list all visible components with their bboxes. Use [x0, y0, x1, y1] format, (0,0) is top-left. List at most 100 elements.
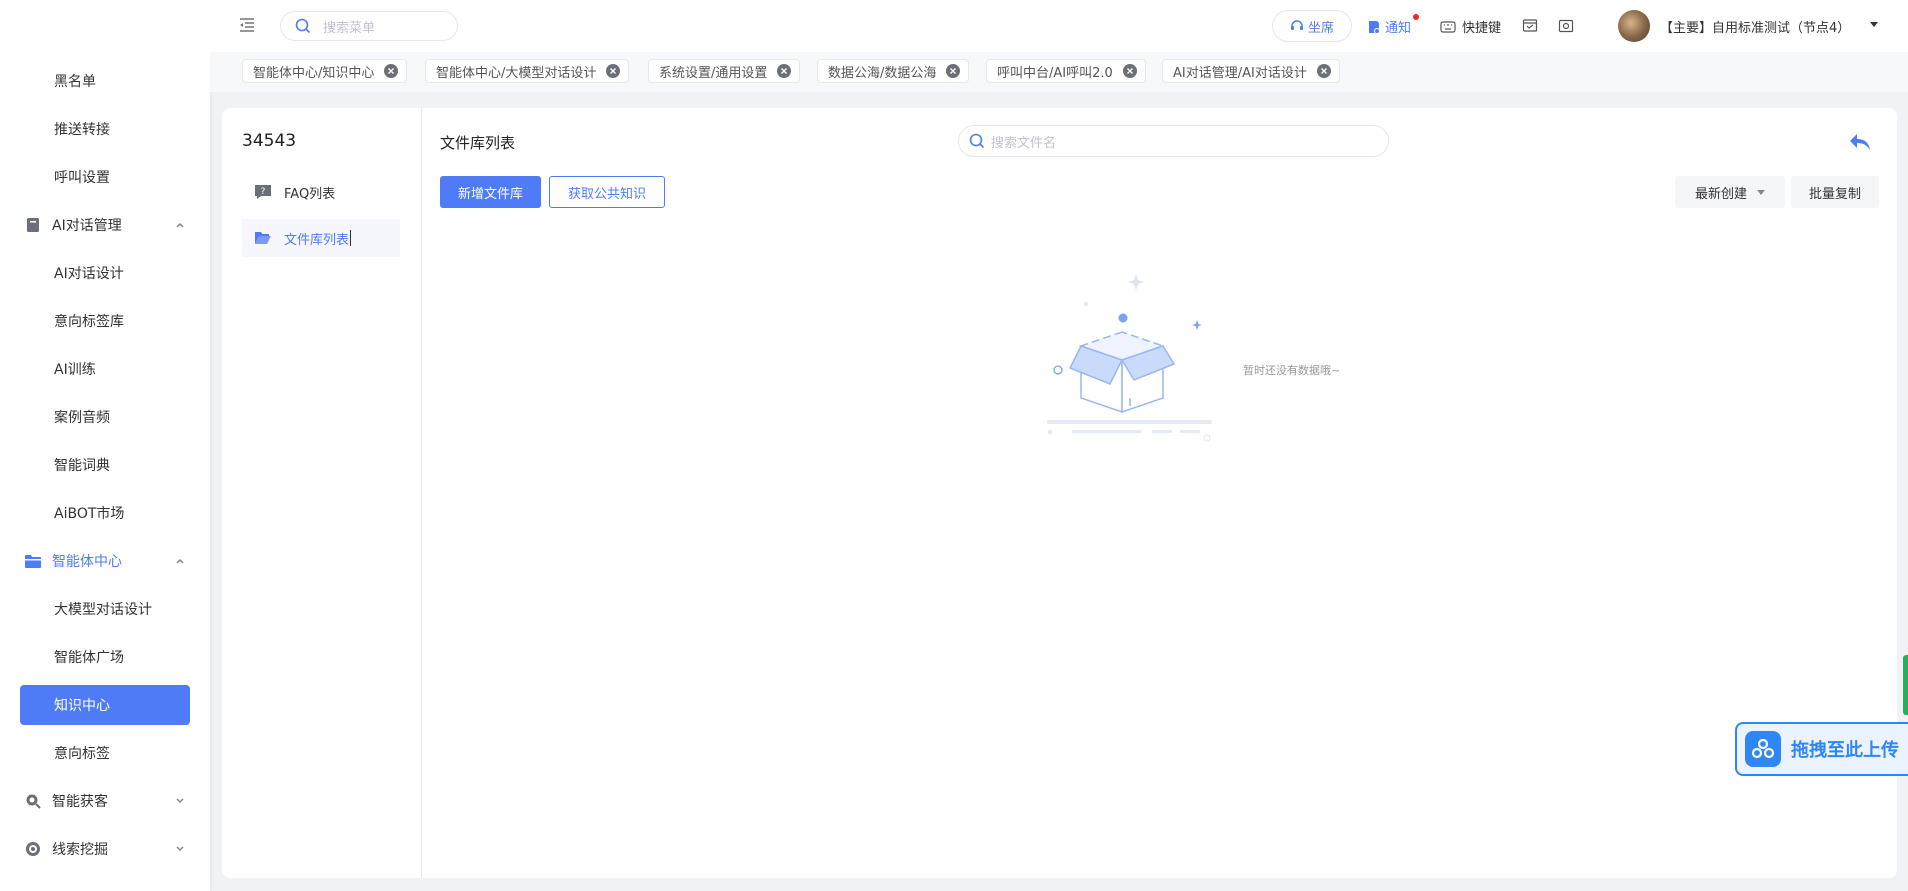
edge-handle[interactable] — [1903, 655, 1908, 715]
sidebar-item-label: AI对话设计 — [54, 266, 124, 282]
notice-dot — [1413, 14, 1419, 20]
sidebar-group-label: AI对话管理 — [52, 218, 122, 234]
sidebar-item-intent-tag-library[interactable]: 意向标签库 — [20, 301, 190, 341]
seat-label: 坐席 — [1307, 20, 1334, 36]
sidebar-item-knowledge-center[interactable]: 知识中心 — [20, 685, 190, 725]
tab-llm-dialog-design[interactable]: 智能体中心/大模型对话设计 — [425, 59, 630, 83]
avatar[interactable] — [1618, 10, 1650, 42]
shortcut-label: 快捷键 — [1462, 21, 1502, 36]
sidebar-item-push-transfer[interactable]: 推送转接 — [20, 109, 190, 149]
nav-label: FAQ列表 — [284, 186, 336, 202]
drag-upload-widget[interactable]: 拖拽至此上传 — [1735, 722, 1908, 776]
sidebar-item-call-settings[interactable]: 呼叫设置 — [20, 157, 190, 197]
sidebar-item-label: AI训练 — [54, 362, 96, 378]
text-cursor — [350, 230, 352, 246]
sidebar-group-label: 智能获客 — [52, 794, 108, 810]
sidebar-item-label: 意向标签库 — [54, 314, 124, 330]
batch-copy-button[interactable]: 批量复制 — [1791, 176, 1879, 208]
sidebar-item-label: 大模型对话设计 — [54, 602, 152, 618]
sidebar-item-aibot-market[interactable]: AiBOT市场 — [20, 493, 190, 533]
tab-knowledge-center[interactable]: 智能体中心/知识中心 — [242, 59, 408, 83]
sidebar-item-label: AiBOT市场 — [54, 506, 125, 522]
close-icon[interactable] — [1316, 64, 1331, 78]
search-placeholder: 搜索文件名 — [991, 135, 1057, 151]
tabs-bar: 智能体中心/知识中心 智能体中心/大模型对话设计 系统设置/通用设置 数据公海/… — [210, 52, 1908, 92]
menu-fold-icon[interactable] — [238, 16, 256, 34]
empty-text: 暂时还没有数据哦~ — [1243, 364, 1341, 377]
knowledge-base-name: 34543 — [242, 131, 297, 151]
user-dropdown-caret-icon[interactable] — [1870, 22, 1878, 27]
chevron-down-icon — [176, 846, 184, 852]
tab-label: 智能体中心/大模型对话设计 — [436, 65, 597, 81]
tab-label: 数据公海/数据公海 — [828, 65, 937, 81]
tab-general-settings[interactable]: 系统设置/通用设置 — [648, 59, 801, 83]
fetch-public-knowledge-button[interactable]: 获取公共知识 — [549, 176, 665, 208]
cloud-upload-icon — [1745, 731, 1781, 767]
sidebar-item-smart-dictionary[interactable]: 智能词典 — [20, 445, 190, 485]
sidebar-group-agent-center[interactable]: 智能体中心 — [20, 541, 190, 581]
search-placeholder: 搜索菜单 — [323, 20, 376, 36]
top-bar: 搜索菜单 坐席 通知 快捷键 【主要】自用标准测试（节点4） — [210, 0, 1908, 52]
faq-icon: ? — [255, 185, 271, 199]
sort-select[interactable]: 最新创建 — [1675, 176, 1785, 208]
notice-label: 通知 — [1385, 21, 1412, 36]
close-icon[interactable] — [606, 64, 621, 78]
main-panel: 34543 ? FAQ列表 文件库列表 文件库列表 搜索文件名 新增文件库 获取… — [222, 108, 1897, 878]
svg-text:?: ? — [261, 187, 266, 197]
nav-label: 文件库列表 — [284, 232, 350, 248]
nav-file-library-list[interactable]: 文件库列表 — [242, 219, 400, 257]
caret-down-icon — [1757, 189, 1765, 195]
sidebar-item-blacklist[interactable]: 黑名单 — [20, 61, 190, 101]
back-arrow-icon[interactable] — [1848, 132, 1872, 152]
close-icon[interactable] — [777, 64, 792, 78]
sidebar-item-label: 案例音频 — [54, 410, 110, 426]
chevron-up-icon — [176, 222, 184, 228]
seat-button[interactable]: 坐席 — [1272, 10, 1352, 42]
sidebar-item-label: 推送转接 — [54, 122, 110, 138]
chevron-up-icon — [176, 558, 184, 564]
folder-open-icon — [255, 232, 271, 244]
nav-faq-list[interactable]: ? FAQ列表 — [242, 173, 400, 211]
magnifier-icon — [24, 792, 42, 810]
notice-icon — [1369, 20, 1380, 34]
sidebar-group-label: 智能体中心 — [52, 554, 122, 570]
monitor-icon[interactable] — [1522, 18, 1538, 34]
sidebar-item-label: 智能体广场 — [54, 650, 124, 666]
sidebar-item-label: 呼叫设置 — [54, 170, 110, 186]
sidebar-item-llm-dialog-design[interactable]: 大模型对话设计 — [20, 589, 190, 629]
sidebar-item-agent-square[interactable]: 智能体广场 — [20, 637, 190, 677]
knowledge-nav: 34543 ? FAQ列表 文件库列表 — [222, 108, 422, 878]
drag-upload-label: 拖拽至此上传 — [1791, 740, 1899, 761]
notice-button[interactable]: 通知 — [1367, 14, 1419, 36]
sidebar-group-label: 线索挖掘 — [52, 842, 108, 858]
sidebar-item-ai-dialog-design[interactable]: AI对话设计 — [20, 253, 190, 293]
sidebar-item-label: 知识中心 — [54, 698, 110, 714]
sidebar-item-intent-tags[interactable]: 意向标签 — [20, 733, 190, 773]
close-icon[interactable] — [1122, 64, 1137, 78]
tab-data-sea[interactable]: 数据公海/数据公海 — [817, 59, 970, 83]
headset-icon — [1290, 20, 1303, 30]
sort-label: 最新创建 — [1694, 186, 1747, 202]
sidebar-item-case-audio[interactable]: 案例音频 — [20, 397, 190, 437]
file-search-input[interactable]: 搜索文件名 — [958, 125, 1389, 157]
sidebar-item-label: 智能词典 — [54, 458, 110, 474]
sidebar-group-ai-dialog[interactable]: AI对话管理 — [20, 205, 190, 245]
sidebar-group-smart-acquisition[interactable]: 智能获客 — [20, 781, 190, 821]
sidebar-group-lead-mining[interactable]: 线索挖掘 — [20, 829, 190, 869]
add-file-library-button[interactable]: 新增文件库 — [440, 176, 541, 208]
close-icon[interactable] — [384, 64, 399, 78]
tab-label: 呼叫中台/AI呼叫2.0 — [997, 65, 1113, 81]
empty-box-illustration — [1047, 274, 1212, 442]
user-name[interactable]: 【主要】自用标准测试（节点4） — [1660, 17, 1850, 36]
tab-ai-call[interactable]: 呼叫中台/AI呼叫2.0 — [986, 59, 1146, 83]
shortcut-button[interactable]: 快捷键 — [1440, 17, 1501, 36]
screenshot-icon[interactable] — [1558, 18, 1574, 34]
search-icon — [295, 18, 311, 34]
folder-icon — [24, 552, 42, 570]
menu-search-input[interactable]: 搜索菜单 — [280, 11, 458, 41]
close-icon[interactable] — [946, 64, 961, 78]
sidebar-item-ai-training[interactable]: AI训练 — [20, 349, 190, 389]
chevron-down-icon — [176, 798, 184, 804]
sidebar: 黑名单 推送转接 呼叫设置 AI对话管理 AI对话设计 意向标签库 AI训练 案… — [0, 0, 210, 891]
tab-ai-dialog-design[interactable]: AI对话管理/AI对话设计 — [1162, 59, 1340, 83]
